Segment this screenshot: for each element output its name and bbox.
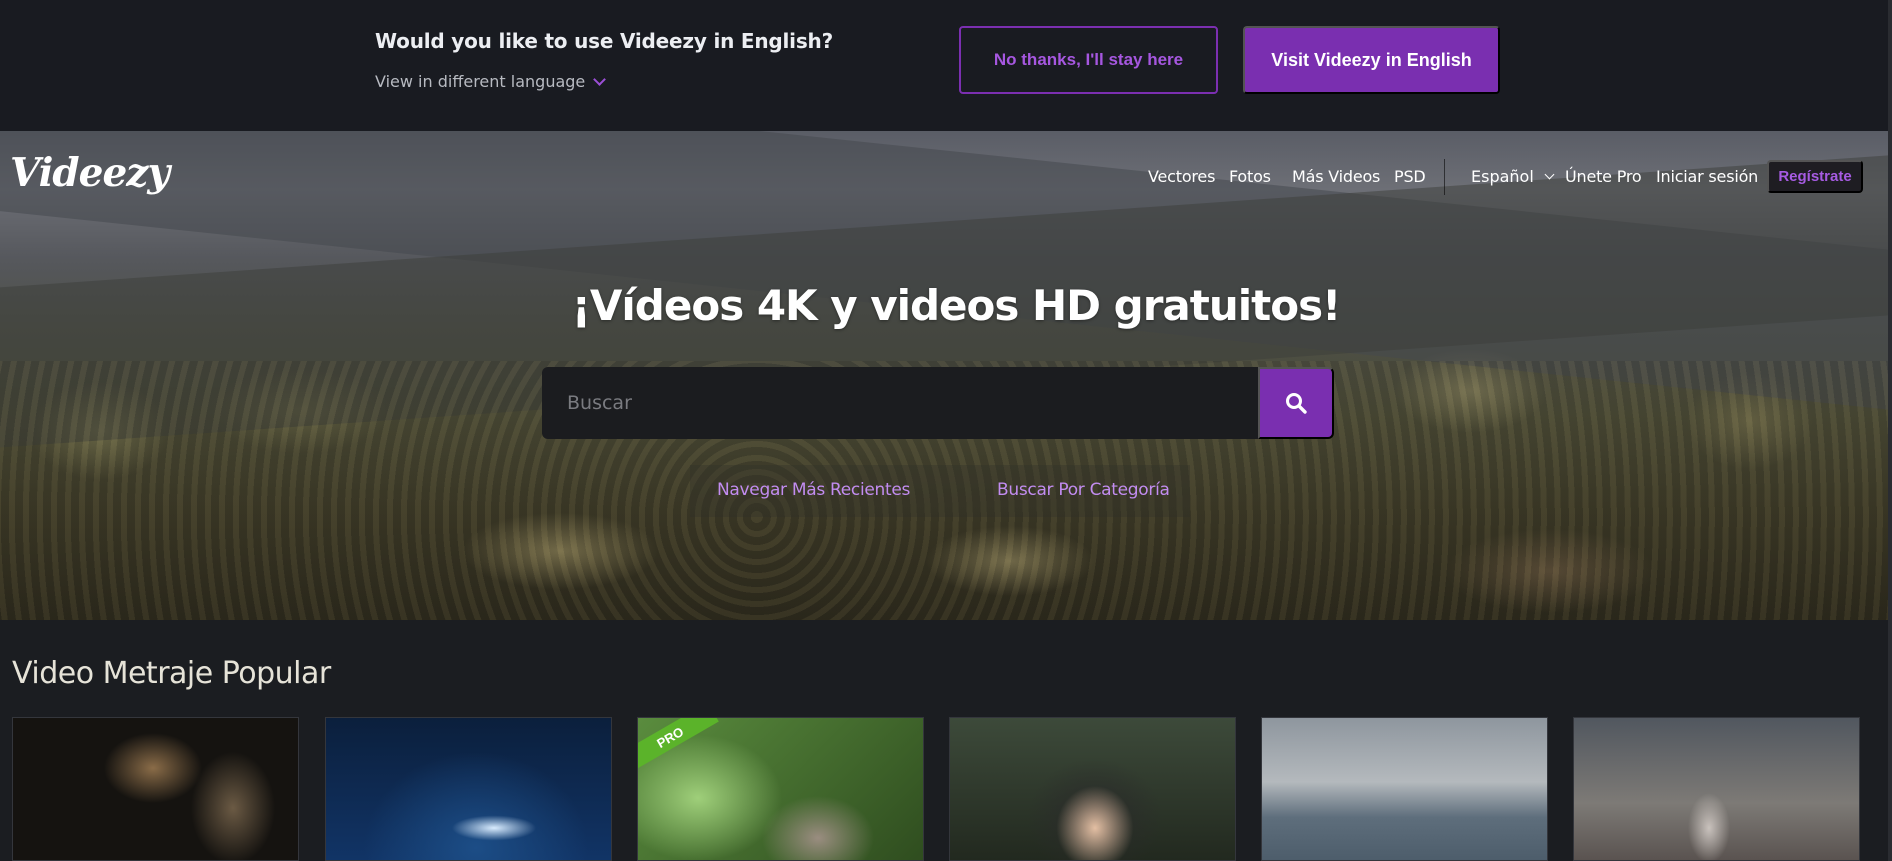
language-dropdown[interactable]: Español [1471,167,1555,186]
nav-divider [1444,159,1445,195]
language-prompt: Would you like to use Videezy in English… [375,29,833,53]
hero-title: ¡Vídeos 4K y videos HD gratuitos! [0,281,1892,330]
hero-section: Videezy Vectores Fotos Más Videos PSD Es… [0,131,1892,620]
video-thumbnail[interactable] [1573,717,1860,861]
register-button[interactable]: Regístrate [1767,160,1863,193]
nav-item-fotos[interactable]: Fotos [1229,167,1271,186]
search-icon [1286,393,1307,414]
nav-item-psd[interactable]: PSD [1394,167,1426,186]
nav-item-vectores[interactable]: Vectores [1148,167,1215,186]
video-grid: PRO [12,717,1892,861]
search-bar [542,367,1334,439]
video-thumbnail[interactable] [1261,717,1548,861]
language-banner: Would you like to use Videezy in English… [0,0,1892,131]
quick-links: Navegar Más Recientes Buscar Por Categor… [690,465,1190,517]
change-language-link[interactable]: View in different language [375,72,607,91]
visit-english-button[interactable]: Visit Videezy in English [1243,26,1500,94]
stay-here-button[interactable]: No thanks, I'll stay here [959,26,1218,94]
scrollbar[interactable] [1888,0,1892,861]
language-dropdown-label: Español [1471,167,1534,186]
browse-recent-link[interactable]: Navegar Más Recientes [717,480,910,500]
pro-badge: PRO [638,718,719,772]
video-thumbnail[interactable] [12,717,299,861]
join-pro-link[interactable]: Únete Pro [1565,167,1642,186]
section-title: Video Metraje Popular [12,656,331,691]
hero-title-text: ¡Vídeos 4K y videos HD gratuitos! [571,281,1341,330]
search-input[interactable] [542,367,1258,439]
search-button[interactable] [1258,367,1334,439]
chevron-down-icon [593,72,607,86]
chevron-down-icon [1544,169,1555,180]
video-thumbnail[interactable] [325,717,612,861]
video-thumbnail[interactable] [949,717,1236,861]
top-navigation: Vectores Fotos Más Videos PSD Español Ún… [0,159,1892,195]
nav-item-mas-videos[interactable]: Más Videos [1292,167,1380,186]
browse-category-link[interactable]: Buscar Por Categoría [997,480,1170,500]
login-link[interactable]: Iniciar sesión [1656,167,1758,186]
video-thumbnail[interactable]: PRO [637,717,924,861]
change-language-label: View in different language [375,72,586,91]
